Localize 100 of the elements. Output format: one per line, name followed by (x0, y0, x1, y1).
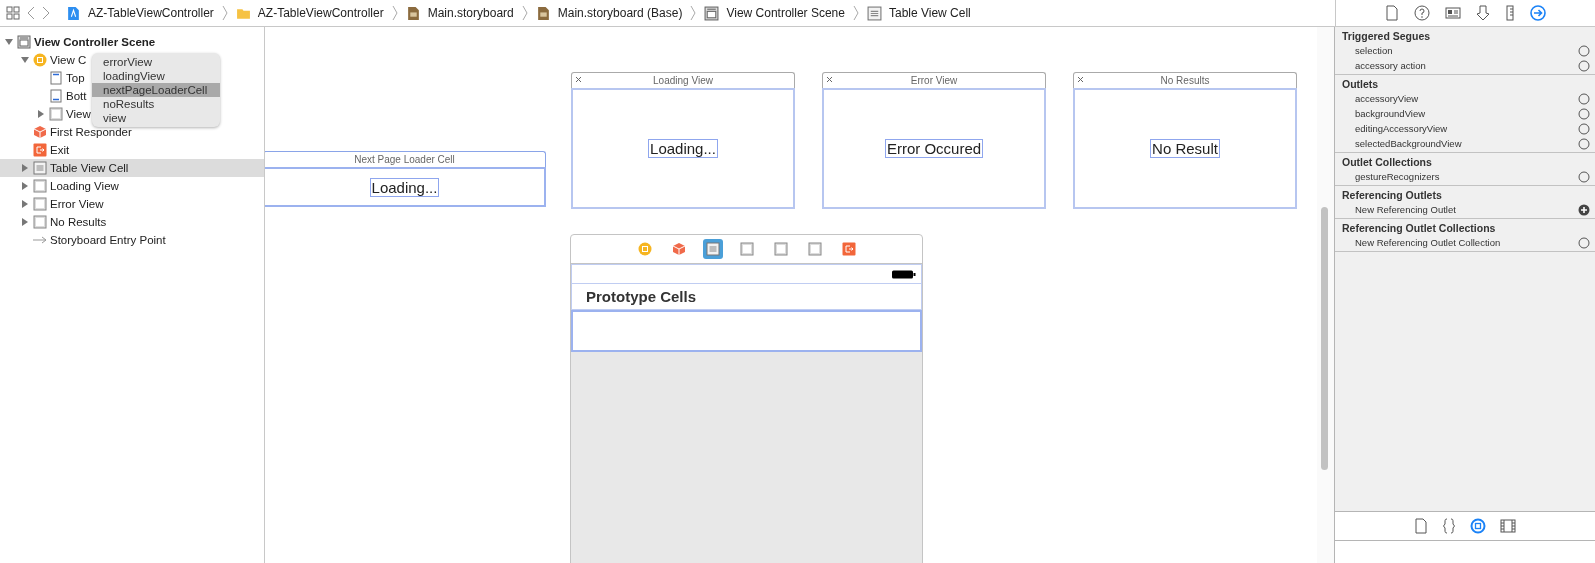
disclosure-triangle[interactable] (20, 199, 30, 209)
forward-icon[interactable] (42, 6, 50, 20)
disclosure-triangle[interactable] (4, 37, 14, 47)
outline-item[interactable]: Error View (50, 198, 104, 210)
connection-circle-icon[interactable] (1578, 236, 1590, 249)
connection-circle-icon[interactable] (1578, 122, 1590, 135)
disclosure-triangle[interactable] (20, 217, 30, 227)
section-title: Outlets (1341, 77, 1380, 91)
chevron-icon (221, 5, 228, 21)
ruler-icon[interactable] (1505, 5, 1515, 21)
outline-item[interactable]: Table View Cell (50, 162, 129, 174)
object-library-icon[interactable] (1470, 518, 1486, 534)
menu-item[interactable]: errorView (92, 55, 220, 69)
label[interactable]: Loading... (369, 177, 440, 197)
connection-circle-icon[interactable] (1578, 44, 1590, 57)
label[interactable]: No Result (1150, 139, 1220, 158)
connection-circle-icon[interactable] (1578, 137, 1590, 150)
scene-title-bar[interactable]: Error View (822, 72, 1046, 88)
breadcrumb[interactable]: View Controller Scene (726, 6, 845, 20)
close-icon[interactable] (826, 76, 833, 83)
outline-item[interactable]: View (66, 108, 91, 120)
project-icon (66, 5, 81, 21)
scene-title-bar[interactable]: Next Page Loader Cell (265, 151, 546, 167)
help-icon[interactable] (1414, 5, 1430, 21)
exit-icon (33, 143, 47, 157)
scene-title: Next Page Loader Cell (354, 154, 455, 165)
close-icon[interactable] (575, 76, 582, 83)
chevron-icon (690, 5, 697, 21)
table-cell-icon (866, 5, 882, 21)
storyboard-icon (405, 5, 421, 21)
outline-item[interactable]: Loading View (50, 180, 119, 192)
disclosure-triangle[interactable] (20, 163, 30, 173)
connection-name: New Referencing Outlet Collection (1355, 237, 1501, 248)
back-icon[interactable] (27, 6, 35, 20)
label[interactable]: Loading... (648, 139, 718, 158)
layout-guide-icon (49, 89, 63, 103)
close-icon[interactable] (1077, 76, 1084, 83)
view[interactable]: Error Occured (822, 88, 1046, 209)
outline-item[interactable]: Bott (66, 90, 87, 102)
scene-icon (704, 5, 720, 21)
label[interactable]: Error Occured (884, 139, 984, 158)
chevron-icon (521, 5, 528, 21)
connection-circle-icon[interactable] (1578, 59, 1590, 72)
chevron-icon (391, 5, 398, 21)
disclosure-triangle[interactable] (36, 109, 46, 119)
scene-title: No Results (1160, 75, 1210, 86)
attributes-icon[interactable] (1476, 5, 1490, 21)
add-connection-icon[interactable] (1578, 203, 1590, 216)
breadcrumb[interactable]: AZ-TableViewController (88, 6, 214, 20)
disclosure-triangle[interactable] (20, 181, 30, 191)
outline-item[interactable]: View C (50, 54, 87, 66)
view-icon (739, 242, 754, 256)
connection-name: accessoryView (1355, 93, 1419, 104)
table-cell[interactable]: Loading... (265, 167, 546, 207)
table-cell-icon (33, 161, 47, 175)
menu-item[interactable]: loadingView (92, 69, 220, 83)
connection-circle-icon[interactable] (1578, 92, 1590, 105)
scene-title-bar[interactable]: Loading View (571, 72, 795, 88)
view-controller-icon (33, 53, 47, 67)
outline-item[interactable]: First Responder (50, 126, 132, 138)
section-title: Referencing Outlet Collections (1341, 221, 1497, 235)
breadcrumb[interactable]: Main.storyboard (Base) (557, 6, 683, 20)
connections-icon[interactable] (1530, 5, 1546, 21)
view-icon (773, 242, 788, 256)
menu-item[interactable]: nextPageLoaderCell (92, 83, 220, 97)
connection-name: gestureRecognizers (1355, 171, 1440, 182)
outline-item[interactable]: View Controller Scene (34, 36, 156, 48)
breadcrumb[interactable]: AZ-TableViewController (257, 6, 384, 20)
outline-item[interactable]: Top (66, 72, 85, 84)
scene-frame[interactable]: Prototype Cells (570, 234, 923, 563)
chevron-icon (852, 5, 859, 21)
film-icon[interactable] (1500, 519, 1516, 533)
grid-icon[interactable] (6, 6, 20, 20)
file-icon[interactable] (1414, 518, 1428, 534)
braces-icon[interactable] (1442, 518, 1456, 534)
scene-title-bar[interactable]: No Results (1073, 72, 1297, 88)
connection-circle-icon[interactable] (1578, 170, 1590, 183)
outline-item[interactable]: No Results (50, 216, 107, 228)
disclosure-triangle[interactable] (20, 55, 30, 65)
menu-item[interactable]: noResults (92, 97, 220, 111)
prototype-cell[interactable] (571, 310, 922, 352)
view[interactable]: Loading... (571, 88, 795, 209)
id-card-icon[interactable] (1445, 6, 1461, 20)
connection-circle-icon[interactable] (1578, 107, 1590, 120)
dock-item[interactable] (702, 239, 723, 259)
scrollbar-thumb[interactable] (1321, 207, 1328, 470)
layout-guide-icon (49, 71, 63, 85)
menu-item[interactable]: view (92, 111, 220, 125)
breadcrumb[interactable]: Main.storyboard (427, 6, 514, 20)
storyboard-icon (535, 5, 551, 21)
exit-icon (841, 242, 856, 256)
outline-item[interactable]: Storyboard Entry Point (50, 234, 166, 246)
breadcrumb[interactable]: Table View Cell (888, 6, 971, 20)
file-icon[interactable] (1385, 5, 1399, 21)
section-header: Prototype Cells (586, 288, 697, 305)
view[interactable]: No Result (1073, 88, 1297, 209)
connection-name: editingAccessoryView (1355, 123, 1448, 134)
table-cell-icon (705, 242, 720, 256)
section-title: Referencing Outlets (1341, 188, 1443, 202)
outline-item[interactable]: Exit (50, 144, 70, 156)
